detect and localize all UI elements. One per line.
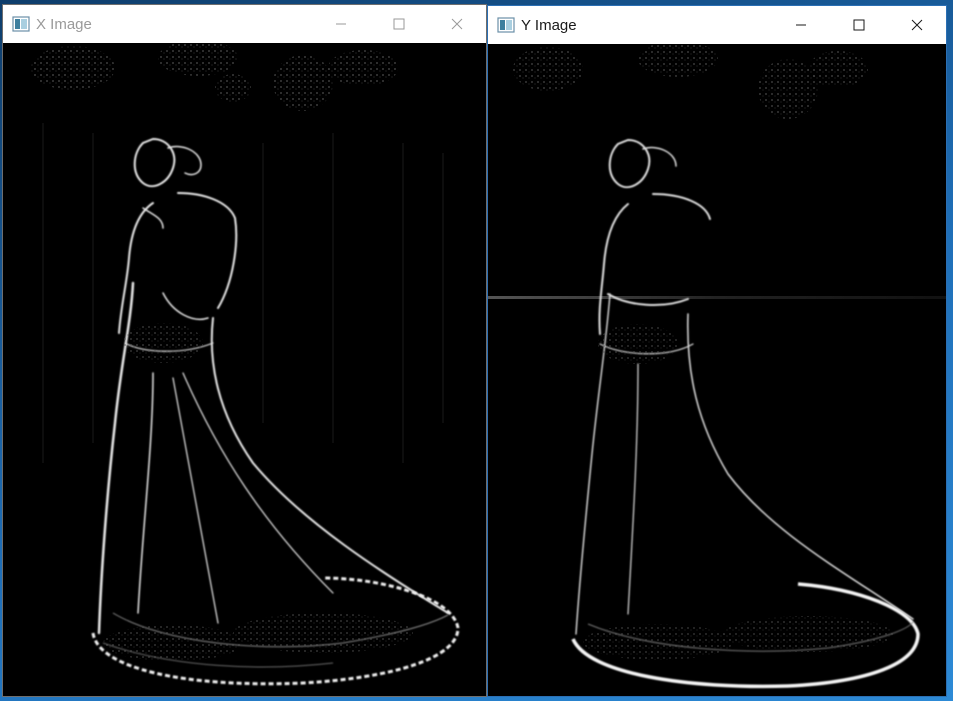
maximize-icon: [853, 19, 865, 31]
window-title: Y Image: [521, 16, 577, 34]
minimize-icon: [796, 24, 806, 26]
figure-edges: [97, 137, 449, 635]
close-button[interactable]: [888, 6, 946, 44]
x-image-window[interactable]: X Image: [2, 4, 487, 697]
y-image-window[interactable]: Y Image: [487, 5, 947, 697]
foliage-edges: [31, 43, 398, 111]
close-icon: [451, 18, 463, 30]
maximize-button[interactable]: [830, 6, 888, 44]
close-button[interactable]: [428, 5, 486, 43]
close-icon: [911, 19, 923, 31]
maximize-icon: [393, 18, 405, 30]
x-gradient-image: [3, 43, 486, 696]
window-controls: [772, 6, 946, 44]
train-texture: [583, 324, 893, 660]
y-image-titlebar[interactable]: Y Image: [488, 6, 946, 44]
app-icon: [12, 16, 30, 32]
window-controls: [312, 5, 486, 43]
maximize-button[interactable]: [370, 5, 428, 43]
foliage-edges: [513, 44, 868, 119]
x-image-titlebar[interactable]: X Image: [3, 5, 486, 43]
app-icon: [497, 17, 515, 33]
train-texture: [103, 323, 413, 661]
window-title: X Image: [36, 15, 92, 33]
y-gradient-image: [488, 44, 946, 696]
background-streaks: [42, 123, 444, 463]
figure-edges: [575, 138, 914, 635]
horizon-edge: [488, 296, 946, 299]
minimize-button[interactable]: [312, 5, 370, 43]
minimize-button[interactable]: [772, 6, 830, 44]
minimize-icon: [336, 23, 346, 25]
